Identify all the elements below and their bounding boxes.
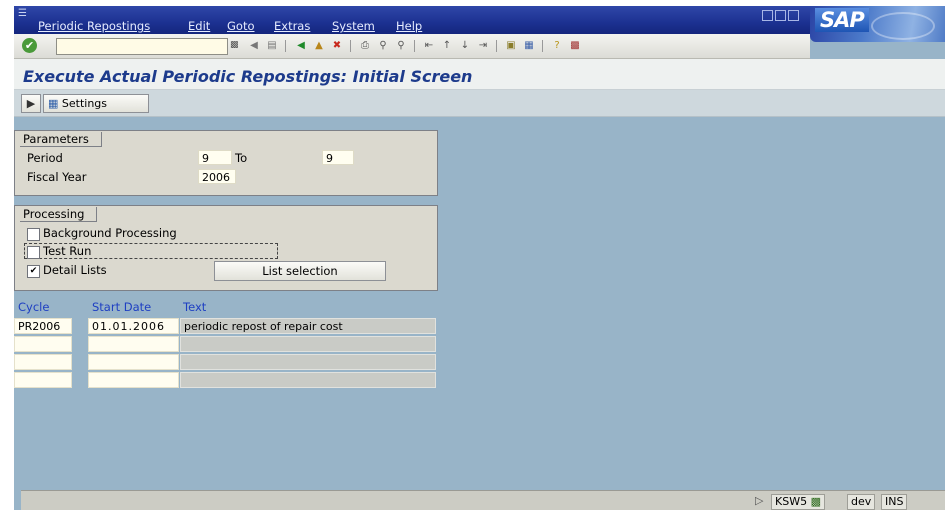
close-icon[interactable]: [788, 10, 799, 21]
cancel-icon[interactable]: ✖: [330, 39, 344, 53]
menu-edit[interactable]: Edit: [188, 19, 210, 33]
table-cell-start-date[interactable]: 01.01.2006: [88, 318, 179, 334]
table-cell-start-date[interactable]: [88, 354, 179, 370]
last-page-icon[interactable]: ⇥: [476, 39, 490, 53]
layout-icon[interactable]: ▩: [568, 39, 582, 53]
table-cell-cycle[interactable]: PR2006: [14, 318, 72, 334]
previous-page-icon[interactable]: ↑: [440, 39, 454, 53]
status-expand-icon[interactable]: ▷: [755, 494, 763, 507]
page-title: Execute Actual Periodic Repostings: Init…: [23, 67, 473, 86]
shortcut-icon[interactable]: ▦: [522, 39, 536, 53]
table-cell-cycle[interactable]: [14, 372, 72, 388]
test-run-checkbox[interactable]: [27, 246, 40, 259]
menu-goto[interactable]: Goto: [227, 19, 255, 33]
sap-window: ☰ Periodic Repostings Edit Goto Extras S…: [14, 6, 945, 510]
back-icon[interactable]: ◀: [247, 39, 261, 53]
table-cell-text: periodic repost of repair cost: [180, 318, 436, 334]
create-session-icon[interactable]: ▣: [504, 39, 518, 53]
application-toolbar: ▶ ▦ Settings: [14, 90, 945, 117]
table-cell-start-date[interactable]: [88, 372, 179, 388]
system-name: dev: [847, 494, 876, 510]
detail-lists-checkbox[interactable]: ✔: [27, 265, 40, 278]
period-label: Period: [27, 151, 63, 165]
menu-system[interactable]: System: [332, 19, 375, 33]
sap-logo: SAP: [815, 8, 869, 32]
execute-icon[interactable]: ▶: [21, 94, 41, 113]
settings-label: Settings: [61, 97, 108, 110]
column-header-cycle: Cycle: [18, 300, 50, 314]
exit-icon[interactable]: ▲: [312, 39, 326, 53]
menu-help[interactable]: Help: [396, 19, 422, 33]
table-cell-cycle[interactable]: [14, 336, 72, 352]
settings-button[interactable]: ▦ Settings: [43, 94, 149, 113]
save-icon[interactable]: ▤: [265, 39, 279, 53]
menu-extras[interactable]: Extras: [274, 19, 310, 33]
print-icon[interactable]: ⎙: [358, 39, 372, 53]
standard-toolbar: ✔ ▩ ◀ ▤ ◀ ▲ ✖ ⎙ ⚲ ⚲ ⇤ ↑ ↓ ⇥ ▣ ▦ ? ▩: [14, 34, 810, 59]
table-cell-cycle[interactable]: [14, 354, 72, 370]
ripple-graphic: [871, 12, 935, 40]
minimize-icon[interactable]: [762, 10, 773, 21]
status-bar: ▷ KSW5 ▩ dev INS: [21, 490, 945, 510]
table-cell-text: [180, 354, 436, 370]
title-bar: Execute Actual Periodic Repostings: Init…: [14, 59, 945, 90]
maximize-icon[interactable]: [775, 10, 786, 21]
table-cell-start-date[interactable]: [88, 336, 179, 352]
help-icon[interactable]: ?: [550, 39, 564, 53]
period-to-field[interactable]: 9: [322, 150, 354, 165]
fiscal-year-label: Fiscal Year: [27, 170, 87, 184]
detail-lists-label: Detail Lists: [43, 263, 107, 277]
parameters-group-label: Parameters: [20, 132, 102, 147]
test-run-label: Test Run: [43, 244, 92, 258]
command-field-history-icon[interactable]: ▩: [230, 40, 240, 50]
column-header-start-date: Start Date: [92, 300, 152, 314]
green-back-icon[interactable]: ◀: [294, 39, 308, 53]
background-processing-checkbox[interactable]: [27, 228, 40, 241]
table-cell-text: [180, 336, 436, 352]
settings-icon: ▦: [48, 97, 59, 110]
find-icon[interactable]: ⚲: [376, 39, 390, 53]
window-controls: [762, 10, 801, 24]
background-processing-label: Background Processing: [43, 226, 177, 240]
sap-banner: SAP: [810, 6, 945, 42]
fiscal-year-field[interactable]: 2006: [198, 169, 236, 184]
menu-periodic-repostings[interactable]: Periodic Repostings: [38, 19, 150, 33]
table-cell-text: [180, 372, 436, 388]
column-header-text: Text: [183, 300, 207, 314]
period-from-field[interactable]: 9: [198, 150, 232, 165]
system-menu-icon[interactable]: ☰: [18, 8, 27, 19]
to-label: To: [235, 151, 248, 165]
next-page-icon[interactable]: ↓: [458, 39, 472, 53]
system-info-icon[interactable]: ▩: [811, 495, 821, 508]
insert-mode: INS: [881, 494, 908, 510]
first-page-icon[interactable]: ⇤: [422, 39, 436, 53]
check-icon[interactable]: ✔: [22, 38, 37, 53]
processing-group: Processing Background Processing Test Ru…: [14, 205, 438, 291]
parameters-group: Parameters Period 9 To 9 Fiscal Year 200…: [14, 130, 438, 196]
find-next-icon[interactable]: ⚲: [394, 39, 408, 53]
command-field[interactable]: [56, 38, 228, 55]
menu-bar: ☰ Periodic Repostings Edit Goto Extras S…: [14, 6, 945, 34]
list-selection-button[interactable]: List selection: [214, 261, 386, 281]
transaction-code-text: KSW5: [775, 495, 808, 508]
transaction-code: KSW5 ▩: [771, 494, 825, 510]
processing-group-label: Processing: [20, 207, 98, 222]
